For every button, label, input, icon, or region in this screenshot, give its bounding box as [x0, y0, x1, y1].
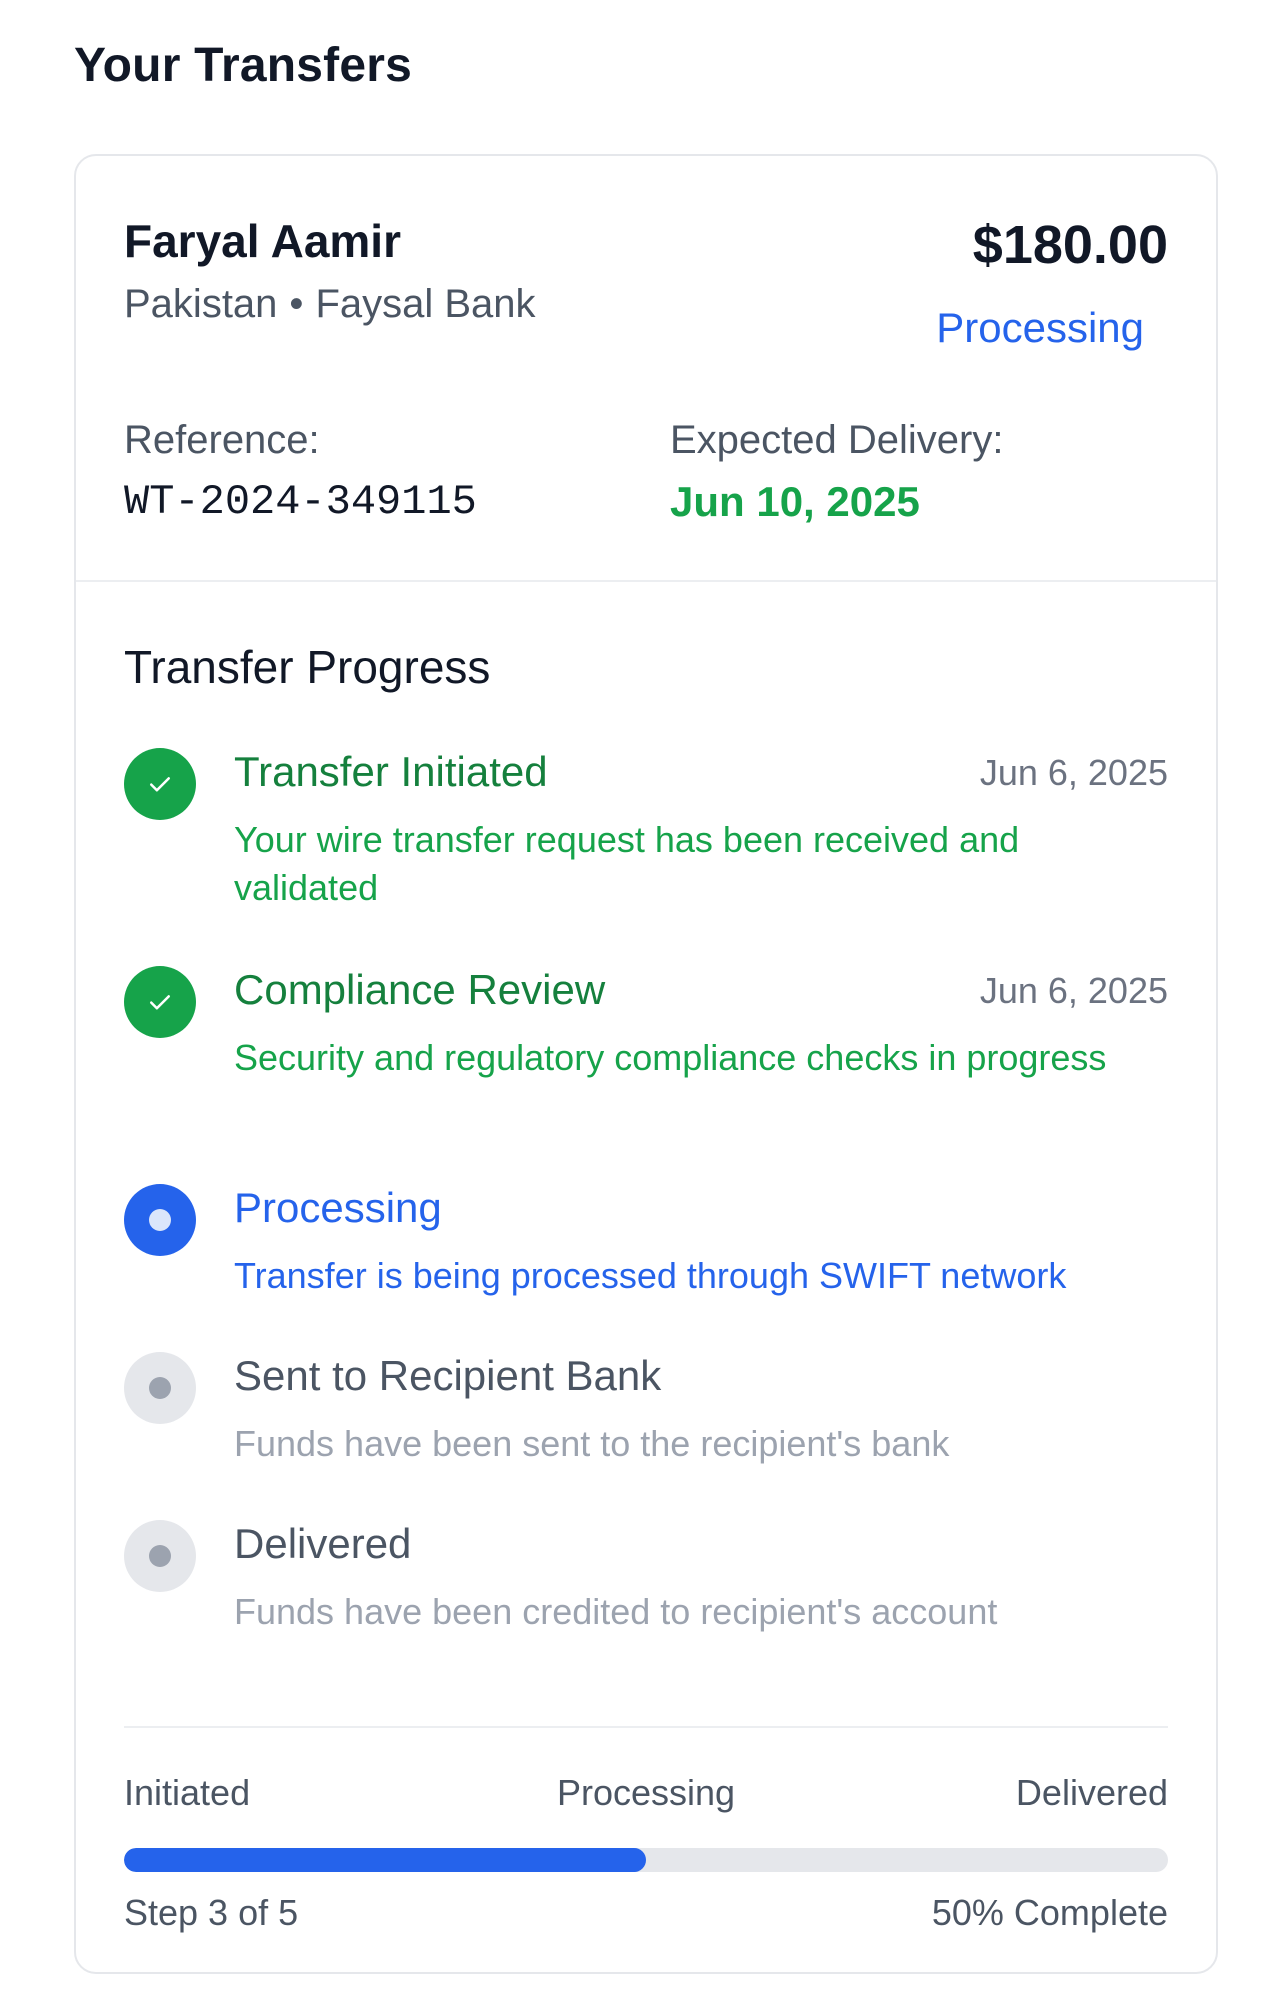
divider: [124, 1726, 1168, 1728]
step-title: Delivered: [234, 1520, 412, 1567]
step-title: Processing: [234, 1184, 442, 1231]
step-title: Compliance Review: [234, 966, 606, 1013]
progress-step: Compliance Review Jun 6, 2025 Security a…: [124, 966, 1168, 1116]
progress-bar-fill: [124, 1848, 646, 1872]
reference-label: Reference:: [124, 418, 320, 462]
dot-icon: [149, 1209, 171, 1231]
separator-dot: •: [289, 282, 304, 326]
transfer-card[interactable]: Faryal Aamir Pakistan • Faysal Bank $180.0…: [74, 154, 1218, 1974]
transfer-progress-title: Transfer Progress: [124, 641, 491, 693]
progress-step: Sent to Recipient Bank Funds have been s…: [124, 1352, 1168, 1472]
check-icon: [124, 966, 196, 1038]
step-description: Funds have been sent to the recipient's …: [234, 1423, 950, 1464]
bar-label-end: Delivered: [1015, 1772, 1168, 1813]
step-title: Sent to Recipient Bank: [234, 1352, 662, 1399]
transfer-amount: $180.00: [972, 215, 1168, 275]
dot-icon: [149, 1377, 171, 1399]
percent-complete: 50% Complete: [931, 1892, 1168, 1933]
progress-step: Processing Transfer is being processed t…: [124, 1184, 1168, 1304]
progress-bar: [124, 1848, 1168, 1872]
expected-delivery-label: Expected Delivery:: [670, 418, 1004, 462]
step-description: Security and regulatory compliance check…: [234, 1037, 1107, 1078]
reference-value: WT-2024-349115: [124, 478, 477, 526]
recipient-bank: Faysal Bank: [315, 282, 536, 326]
step-date: Jun 6, 2025: [979, 970, 1168, 1011]
transfer-summary: Faryal Aamir Pakistan • Faysal Bank $180.0…: [76, 156, 1216, 582]
step-count: Step 3 of 5: [124, 1892, 299, 1933]
step-description: Your wire transfer request has been rece…: [234, 819, 1020, 908]
step-date: Jun 6, 2025: [979, 752, 1168, 793]
recipient-name: Faryal Aamir: [124, 215, 401, 267]
current-step-icon: [124, 1184, 196, 1256]
page-title: Your Transfers: [74, 39, 413, 92]
progress-step: Delivered Funds have been credited to re…: [124, 1520, 1168, 1640]
step-title: Transfer Initiated: [234, 748, 548, 795]
status-badge: Processing: [936, 304, 1144, 351]
progress-step: Transfer Initiated Jun 6, 2025 Your wire…: [124, 748, 1168, 908]
dot-icon: [149, 1545, 171, 1567]
recipient-country: Pakistan: [124, 282, 278, 326]
check-icon: [124, 748, 196, 820]
step-description: Funds have been credited to recipient's …: [234, 1591, 998, 1632]
expected-delivery-date: Jun 10, 2025: [670, 478, 920, 525]
recipient-details: Pakistan • Faysal Bank: [124, 282, 536, 327]
step-description: Transfer is being processed through SWIF…: [234, 1255, 1067, 1296]
pending-step-icon: [124, 1520, 196, 1592]
pending-step-icon: [124, 1352, 196, 1424]
